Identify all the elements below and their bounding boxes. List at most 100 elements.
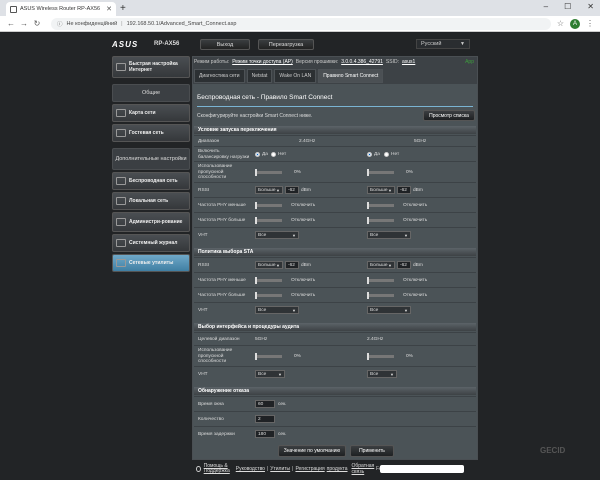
phy-less-5-value: Отключить [403, 203, 428, 208]
utilization-row: Использование пропускной способности 0% … [194, 161, 476, 181]
sidebar-item-administration[interactable]: Администри-рование [112, 212, 190, 232]
sta-vht-24-select[interactable]: Все ▼ [255, 306, 299, 314]
sta-phy-less-row: Частота PHY меньше Отключить Отключить [194, 272, 476, 286]
phy-less-5-slider[interactable] [367, 202, 394, 209]
ssid-link[interactable]: asus1 [402, 59, 415, 65]
reboot-button[interactable]: Перезагрузка [258, 39, 314, 50]
iface-util-5-slider[interactable] [367, 353, 394, 360]
sta-vht-5-select[interactable]: Все ▼ [367, 306, 411, 314]
subtabs: Диагностика сети Netstat Wake On LAN Пра… [194, 69, 384, 83]
sta-phy-less-24-slider[interactable] [255, 277, 282, 284]
target-band-24-value: 5GHz [255, 337, 268, 342]
phy-more-24-value: Отключить [291, 218, 316, 223]
utilities-link[interactable]: Утилиты [270, 466, 290, 472]
lb-24-no-radio[interactable] [271, 152, 276, 157]
help-support-link[interactable]: Помощь & Поддержка [204, 464, 230, 474]
mode-link[interactable]: Режим точки доступа (AP) [232, 59, 293, 65]
sta-phy-more-5-slider[interactable] [367, 292, 394, 299]
target-band-label: Целевой диапазон [198, 337, 240, 342]
close-tab-icon[interactable]: ✕ [106, 5, 112, 13]
rssi-5-compare-select[interactable]: Больше ▼ [367, 186, 395, 194]
load-balance-label: Включить балансировку нагрузки [198, 149, 250, 160]
sta-rssi-24-input[interactable]: -62 [285, 261, 299, 269]
phy-more-24-slider[interactable] [255, 217, 282, 224]
lb-24-yes-radio[interactable] [255, 152, 260, 157]
iface-vht-24-select[interactable]: Все ▼ [255, 370, 285, 378]
bookmark-star-icon[interactable]: ☆ [557, 19, 564, 28]
band-24-header: 2.4GHz [299, 139, 316, 144]
tab-title: ASUS Wireless Router RP-AX56 [20, 6, 101, 12]
sidebar-item-network-tools[interactable]: Сетевые утилиты [112, 254, 190, 272]
faq-search-input[interactable] [380, 465, 464, 473]
manual-link[interactable]: Руководство [236, 466, 265, 472]
profile-avatar[interactable]: A [570, 18, 580, 29]
rssi-24-input[interactable]: -62 [285, 186, 299, 194]
count-input[interactable]: 2 [255, 415, 275, 423]
maximize-icon[interactable]: ☐ [564, 2, 571, 11]
chevron-down-icon: ▼ [278, 371, 282, 377]
product-link[interactable]: продукта [327, 466, 348, 472]
sidebar-item-lan[interactable]: Локальная сеть [112, 192, 190, 210]
sta-phy-more-24-slider[interactable] [255, 292, 282, 299]
logout-button[interactable]: Выход [200, 39, 250, 50]
sta-rssi-5-compare-select[interactable]: Больше ▼ [367, 261, 395, 269]
chevron-down-icon: ▼ [276, 187, 280, 193]
phy-less-row: Частота PHY меньше Отключить Отключить [194, 197, 476, 211]
rssi-24-compare-select[interactable]: Больше ▼ [255, 186, 283, 194]
sidebar-item-network-map[interactable]: Карта сети [112, 104, 190, 122]
tools-icon [116, 259, 126, 267]
vht-24-select[interactable]: Все ▼ [255, 231, 299, 239]
hold-time-input[interactable]: 180 [255, 430, 275, 438]
rssi-5-input[interactable]: -62 [397, 186, 411, 194]
language-select[interactable]: Русский ▼ [416, 39, 470, 49]
util-24-slider[interactable] [255, 169, 282, 176]
feedback-link[interactable]: Обратная связь [352, 463, 376, 475]
util-5-slider[interactable] [367, 169, 394, 176]
sta-rssi-5-input[interactable]: -62 [397, 261, 411, 269]
product-register-link[interactable]: Регистрация [295, 466, 324, 472]
menu-icon[interactable]: ⋮ [586, 19, 594, 28]
minimize-icon[interactable]: – [544, 2, 548, 11]
home-icon [116, 197, 126, 205]
tab-wake-on-lan[interactable]: Wake On LAN [274, 69, 317, 83]
sidebar-item-guest-network[interactable]: Гостевая сеть [112, 124, 190, 142]
sidebar-item-wireless[interactable]: Беспроводная сеть [112, 172, 190, 190]
sta-rssi-24-compare-select[interactable]: Больше ▼ [255, 261, 283, 269]
new-tab-icon[interactable]: + [120, 3, 126, 14]
app-link[interactable]: App [465, 59, 474, 65]
phy-less-24-slider[interactable] [255, 202, 282, 209]
chevron-down-icon: ▼ [390, 371, 394, 377]
sidebar-item-system-log[interactable]: Системный журнал [112, 234, 190, 252]
lb-5-no-radio[interactable] [384, 152, 389, 157]
help-icon [196, 466, 201, 472]
back-icon[interactable]: ← [6, 19, 16, 28]
url-path: /Advanced_Smart_Connect.asp [158, 20, 237, 27]
tab-netstat[interactable]: Netstat [246, 69, 273, 83]
info-icon[interactable]: ⓘ [57, 20, 63, 28]
url-field[interactable]: ⓘ Не конфиденційний | 192.168.50.1 /Adva… [51, 17, 551, 30]
reload-icon[interactable]: ↻ [32, 19, 42, 28]
rssi-label: RSSI [198, 188, 210, 193]
lb-5-yes-radio[interactable] [367, 152, 372, 157]
forward-icon[interactable]: → [19, 19, 29, 28]
vht-5-select[interactable]: Все ▼ [367, 231, 411, 239]
phy-more-5-slider[interactable] [367, 217, 394, 224]
view-list-button[interactable]: Просмотр списка [423, 110, 475, 121]
apply-button[interactable]: Применить [350, 445, 394, 457]
section-bounce-detect: Обнаружение отказа [194, 387, 476, 395]
sidebar-item-quick-setup[interactable]: Быстрая настройка Интернет [112, 56, 190, 78]
close-window-icon[interactable]: ✕ [587, 2, 594, 11]
iface-vht-5-select[interactable]: Все ▼ [367, 370, 397, 378]
window-time-input[interactable]: 60 [255, 400, 275, 408]
default-button[interactable]: Значение по умолчанию [278, 445, 346, 457]
browser-tab[interactable]: ASUS Wireless Router RP-AX56 ✕ [6, 2, 116, 16]
tab-smart-connect-rule[interactable]: Правило Smart Connect [318, 69, 384, 83]
count-label: Количество [198, 417, 224, 422]
tab-network-diagnostics[interactable]: Диагностика сети [194, 69, 245, 83]
firmware-link[interactable]: 3.0.0.4.386_42791 [341, 59, 383, 65]
sta-phy-less-5-slider[interactable] [367, 277, 394, 284]
iface-util-24-slider[interactable] [255, 353, 282, 360]
window-controls: – ☐ ✕ [544, 2, 594, 11]
url-security: Не конфиденційний [66, 20, 118, 27]
util-5-value: 0% [406, 170, 413, 175]
